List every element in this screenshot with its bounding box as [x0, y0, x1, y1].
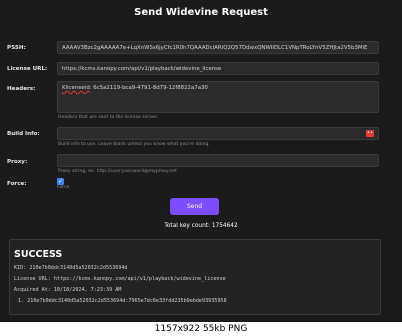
proxy-label: Proxy:	[7, 159, 28, 165]
password-manager-icon[interactable]: ••	[366, 130, 374, 137]
license-url-label: License URL:	[7, 66, 48, 72]
headers-key: Kliceneeid	[62, 85, 90, 91]
result-license-url: License URL: https://kcms.kanopy.com/api…	[14, 276, 226, 282]
image-caption: 1157x922 55kb PNG	[0, 322, 402, 336]
send-button[interactable]: Send	[170, 198, 219, 215]
headers-value: : 6c5a2119-bca9-4791-8d79-12f8822a7a30	[89, 85, 208, 91]
force-checkbox[interactable]: ✓	[57, 178, 64, 185]
headers-help: Headers that are sent to the license ser…	[58, 115, 158, 120]
build-info-label: Build Info:	[7, 131, 40, 137]
pssh-input[interactable]: AAAAV3Bzc2gAAAAA7e+LqXnWSs6jyCfc1R0h7QAA…	[57, 41, 379, 54]
build-info-input[interactable]	[57, 127, 379, 140]
build-info-help: Build info to use. Leave blank unless yo…	[58, 142, 210, 147]
force-label: Force:	[7, 181, 27, 187]
headers-label: Headers:	[7, 86, 36, 92]
result-status: SUCCESS	[14, 249, 63, 260]
result-panel: SUCCESS KID: 210e7b0ddc3140d5a52032c2d55…	[9, 239, 381, 315]
result-key-item: 1. 210e7b0ddc3140d5a52032c2d553694d:7965…	[18, 298, 227, 304]
total-key-count: Total key count: 1754642	[164, 223, 238, 229]
page-title: Send Widevine Request	[134, 7, 268, 18]
headers-textarea[interactable]: Kliceneeid: 6c5a2119-bca9-4791-8d79-12f8…	[57, 81, 379, 113]
force-note: Force	[57, 185, 70, 190]
proxy-help: Proxy string, ex: http://user:password@m…	[58, 169, 177, 174]
app-frame: Send Widevine Request PSSH: AAAAV3Bzc2gA…	[0, 0, 402, 322]
result-kid: KID: 210e7b0ddc3140d5a52032c2d553694d	[14, 265, 128, 271]
pssh-label: PSSH:	[7, 45, 26, 51]
proxy-input[interactable]	[57, 154, 379, 167]
result-acquired-at: Acquired At: 10/18/2024, 7:23:39 AM	[14, 287, 122, 293]
license-url-input[interactable]: https://kcms.kanopy.com/api/v1/playback/…	[57, 62, 379, 75]
